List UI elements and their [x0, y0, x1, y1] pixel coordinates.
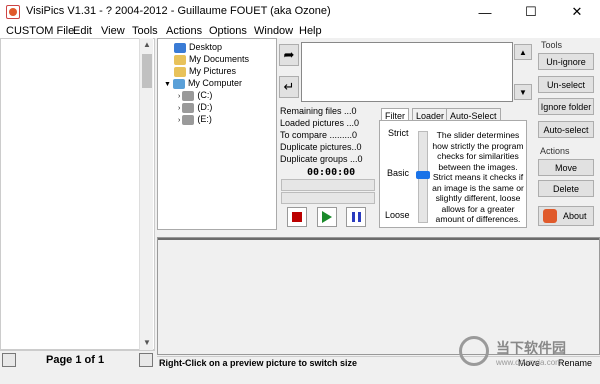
menu-window[interactable]: Window: [254, 24, 293, 38]
scroll-down-icon[interactable]: ▼: [140, 336, 154, 350]
menu-help[interactable]: Help: [299, 24, 322, 38]
filter-help-text: The slider determines how strictly the p…: [432, 130, 524, 224]
chevron-right-icon[interactable]: ›: [178, 105, 180, 112]
stat-compare: To compare .........0: [280, 130, 358, 140]
progress-bar-1: [281, 179, 375, 191]
stat-dup-groups: Duplicate groups ...0: [280, 154, 363, 164]
title-bar: VisiPics V1.31 - ? 2004-2012 - Guillaume…: [0, 0, 600, 24]
ignore-folder-button[interactable]: Ignore folder: [538, 98, 594, 115]
delete-button[interactable]: Delete: [538, 180, 594, 197]
folder-icon: [174, 54, 186, 65]
page-label: Page 1 of 1: [46, 354, 105, 366]
tree-item-my-documents[interactable]: My Documents: [174, 53, 249, 65]
arrow-up-icon: ▲: [519, 47, 527, 57]
strictness-slider-thumb[interactable]: [416, 171, 430, 179]
thumbnail-panel[interactable]: [0, 38, 155, 350]
chevron-right-icon[interactable]: ›: [178, 93, 180, 100]
move-up-button[interactable]: ▲: [514, 44, 532, 60]
folder-icon: [174, 66, 186, 77]
arrow-down-icon: ▼: [519, 87, 527, 97]
play-icon: [322, 211, 332, 223]
stop-button[interactable]: [287, 207, 307, 227]
menu-tools[interactable]: Tools: [132, 24, 158, 38]
pause-icon: [351, 212, 361, 222]
tree-item-my-pictures[interactable]: My Pictures: [174, 65, 236, 77]
arrow-right-icon: ➦: [283, 47, 295, 62]
close-button[interactable]: ✕: [554, 0, 600, 24]
fox-icon: [543, 209, 557, 223]
unignore-button[interactable]: Un-ignore: [538, 53, 594, 70]
remove-folder-button[interactable]: ↵: [279, 76, 299, 98]
thumbnail-scrollbar[interactable]: ▲ ▼: [139, 38, 153, 350]
unselect-button[interactable]: Un-select: [538, 76, 594, 93]
menu-view[interactable]: View: [101, 24, 125, 38]
arrow-left-icon: ↵: [283, 79, 295, 94]
drive-icon: [182, 90, 195, 101]
tree-item-drive-e[interactable]: › (E:): [178, 113, 212, 127]
play-button[interactable]: [317, 207, 337, 227]
slider-label-basic: Basic: [387, 168, 410, 178]
minimize-button[interactable]: —: [462, 0, 508, 24]
elapsed-timer: 00:00:00: [307, 167, 356, 178]
menu-custom-file[interactable]: CUSTOM File: [6, 24, 74, 38]
chevron-right-icon[interactable]: ›: [178, 117, 180, 124]
menu-edit[interactable]: Edit: [73, 24, 92, 38]
folder-tree[interactable]: Desktop My Documents My Pictures ▼ My Com…: [157, 38, 277, 230]
slider-label-loose: Loose: [385, 210, 410, 220]
about-button[interactable]: About: [538, 206, 594, 226]
menu-actions[interactable]: Actions: [166, 24, 202, 38]
selected-folders-list[interactable]: [301, 42, 513, 102]
tree-item-desktop[interactable]: Desktop: [174, 41, 222, 53]
scroll-thumb[interactable]: [142, 54, 152, 88]
stat-loaded: Loaded pictures ...0: [280, 118, 360, 128]
menu-options[interactable]: Options: [209, 24, 247, 38]
desktop-icon: [174, 42, 186, 53]
tools-heading: Tools: [541, 40, 563, 50]
drive-icon: [182, 102, 195, 113]
status-rename: Rename: [558, 358, 593, 368]
add-folder-button[interactable]: ➦: [279, 44, 299, 66]
slider-label-strict: Strict: [388, 128, 409, 138]
maximize-button[interactable]: ☐: [508, 0, 554, 24]
page-prev-icon[interactable]: [2, 353, 16, 367]
watermark-title: 当下软件园: [496, 340, 566, 356]
pause-button[interactable]: [346, 207, 366, 227]
watermark-url: www.downxia.com: [496, 358, 562, 367]
status-text: Right-Click on a preview picture to swit…: [159, 358, 358, 368]
actions-heading: Actions: [540, 146, 570, 156]
progress-bar-2: [281, 192, 375, 204]
move-down-button[interactable]: ▼: [514, 84, 532, 100]
page-next-icon[interactable]: [139, 353, 153, 367]
stat-remaining: Remaining files ...0: [280, 106, 357, 116]
chevron-down-icon[interactable]: ▼: [164, 81, 171, 88]
window-title: VisiPics V1.31 - ? 2004-2012 - Guillaume…: [26, 5, 331, 17]
stat-dup-pictures: Duplicate pictures..0: [280, 142, 362, 152]
stop-icon: [292, 212, 302, 222]
watermark-logo: [459, 336, 489, 366]
menu-bar: CUSTOM File Edit View Tools Actions Opti…: [0, 24, 600, 38]
app-icon: [6, 5, 20, 19]
move-button[interactable]: Move: [538, 159, 594, 176]
scroll-up-icon[interactable]: ▲: [140, 38, 154, 52]
drive-icon: [182, 114, 195, 125]
splitter[interactable]: [158, 238, 599, 240]
computer-icon: [172, 78, 185, 89]
auto-select-button[interactable]: Auto-select: [538, 121, 594, 138]
